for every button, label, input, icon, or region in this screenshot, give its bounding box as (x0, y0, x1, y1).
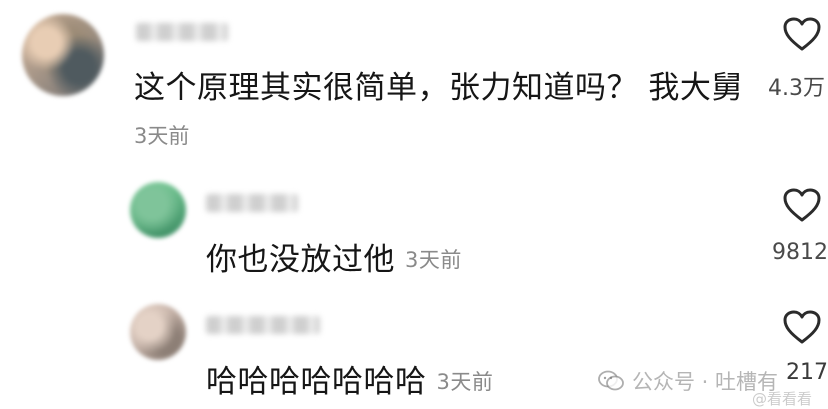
comment-time: 3天前 (134, 124, 190, 148)
avatar[interactable] (22, 14, 104, 96)
reply-time: 3天前 (405, 248, 462, 272)
heart-icon[interactable] (782, 187, 822, 223)
wechat-icon (598, 370, 624, 392)
like-count: 217 (786, 360, 828, 385)
username-blurred[interactable] (136, 23, 228, 41)
avatar[interactable] (130, 182, 186, 238)
reply-text: 哈哈哈哈哈哈哈 (206, 364, 427, 400)
reply-item: 你也没放过他 3天前 (206, 234, 462, 279)
reply-text: 你也没放过他 (206, 242, 395, 278)
avatar[interactable] (130, 304, 186, 360)
heart-icon[interactable] (782, 309, 822, 345)
heart-icon[interactable] (782, 16, 822, 52)
username-blurred[interactable] (206, 316, 320, 334)
like-count: 4.3万 (768, 76, 825, 101)
reply-item: 哈哈哈哈哈哈哈 3天前 (206, 356, 493, 401)
reply-time: 3天前 (436, 370, 494, 394)
username-blurred[interactable] (206, 194, 298, 212)
like-count: 9812 (772, 240, 828, 265)
watermark-secondary: @看看看 (752, 390, 813, 408)
comment-text: 这个原理其实很简单，张力知道吗？ 我大舅 (134, 70, 743, 106)
